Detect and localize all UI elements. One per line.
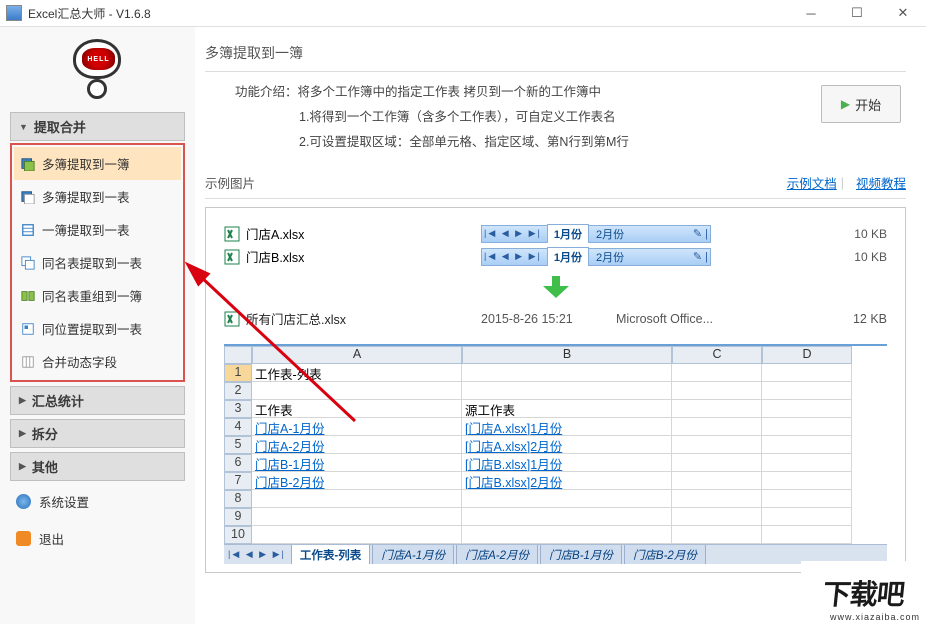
sheet-link[interactable]: 门店B-1月份: [252, 454, 462, 472]
gear-icon: [16, 494, 31, 509]
app-icon: [6, 5, 22, 21]
close-button[interactable]: ✕: [880, 0, 926, 27]
robot-logo: HELL: [65, 37, 130, 102]
sheet-tabs: |◀ ◀ ▶ ▶| 工作表-列表 门店A-1月份 门店A-2月份 门店B-1月份…: [224, 544, 887, 564]
example-label: 示例图片: [205, 173, 255, 192]
sheet-tab[interactable]: 门店B-1月份: [540, 544, 622, 564]
example-doc-link[interactable]: 示例文档: [787, 173, 837, 192]
watermark: 下载吧 www.xiazaiba.com: [801, 561, 926, 624]
system-exit[interactable]: 退出: [10, 522, 185, 555]
sheet-tab[interactable]: 工作表-列表: [291, 544, 370, 564]
sheet-tab[interactable]: 门店B-2月份: [624, 544, 706, 564]
sheet-link[interactable]: 门店A-2月份: [252, 436, 462, 454]
sheet-link[interactable]: [门店B.xlsx]1月份: [462, 454, 672, 472]
result-file-row: 所有门店汇总.xlsx 2015-8-26 15:21 Microsoft Of…: [224, 307, 887, 338]
nav-item-one-book-to-sheet[interactable]: 一簿提取到一表: [14, 213, 181, 246]
excel-icon: [224, 311, 240, 327]
mini-tabs: |◀ ◀ ▶ ▶|1月份2月份✎ |: [481, 248, 711, 266]
content: 多簿提取到一簿 功能介绍：将多个工作簿中的指定工作表 拷贝到一个新的工作簿中 1…: [195, 27, 926, 624]
nav-group-summary[interactable]: 汇总统计: [10, 386, 185, 415]
start-button[interactable]: ▶开始: [821, 85, 901, 123]
nav-item-samename-regroup[interactable]: 同名表重组到一簿: [14, 279, 181, 312]
example-preview: 门店A.xlsx |◀ ◀ ▶ ▶|1月份2月份✎ | 10 KB 门店B.xl…: [205, 207, 906, 573]
window-title: Excel汇总大师 - V1.6.8: [28, 5, 788, 22]
page-title: 多簿提取到一簿: [205, 37, 906, 69]
sheet-link[interactable]: [门店A.xlsx]2月份: [462, 436, 672, 454]
titlebar: Excel汇总大师 - V1.6.8 ─ ☐ ✕: [0, 0, 926, 27]
maximize-button[interactable]: ☐: [834, 0, 880, 27]
nav-item-merge-dynamic[interactable]: 合并动态字段: [14, 345, 181, 378]
play-icon: ▶: [841, 97, 850, 111]
sheet-nav[interactable]: |◀ ◀ ▶ ▶|: [224, 549, 290, 560]
system-settings[interactable]: 系统设置: [10, 485, 185, 518]
sheet-link[interactable]: 门店B-2月份: [252, 472, 462, 490]
source-file-row: 门店B.xlsx |◀ ◀ ▶ ▶|1月份2月份✎ | 10 KB: [224, 245, 887, 268]
excel-icon: [224, 249, 240, 265]
description: 功能介绍：将多个工作簿中的指定工作表 拷贝到一个新的工作簿中 1.将得到一个工作…: [205, 80, 906, 155]
nav-item-multi-to-one-sheet[interactable]: 多簿提取到一表: [14, 180, 181, 213]
nav-group-extract-items: 多簿提取到一簿 多簿提取到一表 一簿提取到一表 同名表提取到一表 同名表重组到一…: [10, 143, 185, 382]
nav-group-split[interactable]: 拆分: [10, 419, 185, 448]
minimize-button[interactable]: ─: [788, 0, 834, 27]
excel-icon: [224, 226, 240, 242]
sidebar: HELL 提取合并 多簿提取到一簿 多簿提取到一表 一簿提取到一表 同名表提取到…: [0, 27, 195, 624]
source-file-row: 门店A.xlsx |◀ ◀ ▶ ▶|1月份2月份✎ | 10 KB: [224, 222, 887, 245]
spreadsheet: A B C D 1工作表-列表 2 3工作表源工作表 4门店A-1月份[门店A.…: [224, 344, 887, 564]
video-tutorial-link[interactable]: 视频教程: [856, 173, 906, 192]
nav-group-other[interactable]: 其他: [10, 452, 185, 481]
sheet-link[interactable]: [门店A.xlsx]1月份: [462, 418, 672, 436]
nav-item-multi-to-one-book[interactable]: 多簿提取到一簿: [14, 147, 181, 180]
sheet-tab[interactable]: 门店A-2月份: [456, 544, 538, 564]
sheet-tab[interactable]: 门店A-1月份: [372, 544, 454, 564]
exit-icon: [16, 531, 31, 546]
nav-group-extract[interactable]: 提取合并: [10, 112, 185, 141]
sheet-link[interactable]: [门店B.xlsx]2月份: [462, 472, 672, 490]
sheet-link[interactable]: 门店A-1月份: [252, 418, 462, 436]
arrow-down-icon: [224, 276, 887, 303]
nav-item-samepos-to-sheet[interactable]: 同位置提取到一表: [14, 312, 181, 345]
mini-tabs: |◀ ◀ ▶ ▶|1月份2月份✎ |: [481, 225, 711, 243]
nav-item-samename-to-sheet[interactable]: 同名表提取到一表: [14, 246, 181, 279]
